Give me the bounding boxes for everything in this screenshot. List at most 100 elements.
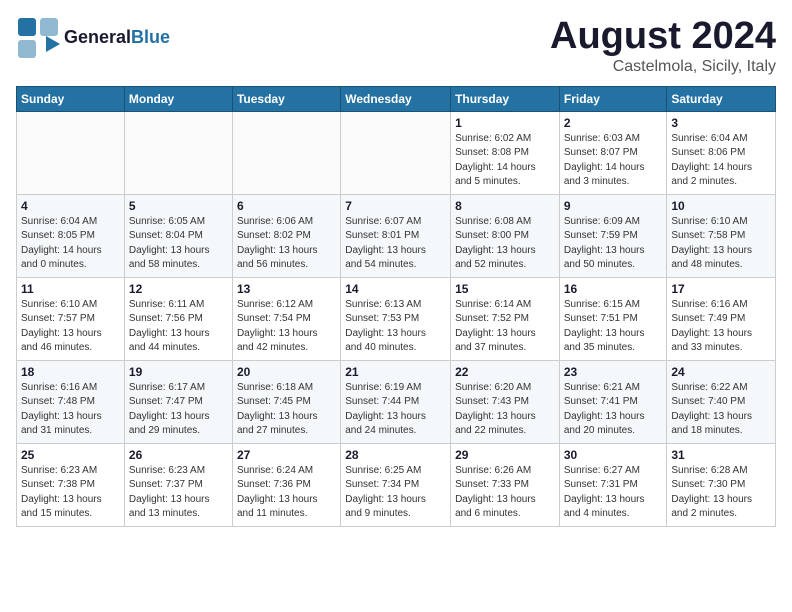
day-info: Sunrise: 6:08 AM Sunset: 8:00 PM Dayligh… xyxy=(455,215,555,273)
day-info: Sunrise: 6:25 AM Sunset: 7:34 PM Dayligh… xyxy=(345,464,446,522)
calendar-cell: 12 Sunrise: 6:11 AM Sunset: 7:56 PM Dayli… xyxy=(124,277,232,360)
day-info: Sunrise: 6:23 AM Sunset: 7:38 PM Dayligh… xyxy=(21,464,120,522)
page-header: GeneralBlue August 2024 Castelmola, Sici… xyxy=(16,16,776,76)
logo-icon xyxy=(16,16,60,60)
calendar-cell: 20Sunrise: 6:18 AM Sunset: 7:45 PM Dayli… xyxy=(232,360,340,443)
calendar-cell: 3 Sunrise: 6:04 AM Sunset: 8:06 PM Daylig… xyxy=(667,111,776,194)
calendar-cell: 1 Sunrise: 6:02 AM Sunset: 8:08 PM Daylig… xyxy=(451,111,560,194)
title-block: August 2024 Castelmola, Sicily, Italy xyxy=(550,16,776,76)
logo-blue: Blue xyxy=(131,27,170,47)
day-number: 2 xyxy=(564,116,663,130)
month-title: August 2024 xyxy=(550,16,776,58)
day-number: 3 xyxy=(671,116,771,130)
weekday-header: Sunday xyxy=(17,86,125,111)
calendar-cell: 8 Sunrise: 6:08 AM Sunset: 8:00 PM Daylig… xyxy=(451,194,560,277)
day-info: Sunrise: 6:19 AM Sunset: 7:44 PM Dayligh… xyxy=(345,381,446,439)
day-number: 1 xyxy=(455,116,555,130)
logo-general: General xyxy=(64,27,131,47)
day-info: Sunrise: 6:07 AM Sunset: 8:01 PM Dayligh… xyxy=(345,215,446,273)
day-info: Sunrise: 6:26 AM Sunset: 7:33 PM Dayligh… xyxy=(455,464,555,522)
calendar-week-row: 18 Sunrise: 6:16 AM Sunset: 7:48 PM Dayli… xyxy=(17,360,776,443)
day-info: Sunrise: 6:15 AM Sunset: 7:51 PM Dayligh… xyxy=(564,298,663,356)
day-info: Sunrise: 6:24 AM Sunset: 7:36 PM Dayligh… xyxy=(237,464,336,522)
calendar-cell: 21 Sunrise: 6:19 AM Sunset: 7:44 PM Dayli… xyxy=(341,360,451,443)
calendar-cell: 5 Sunrise: 6:05 AM Sunset: 8:04 PM Daylig… xyxy=(124,194,232,277)
day-number: 15 xyxy=(455,282,555,296)
calendar-cell: 4Sunrise: 6:04 AM Sunset: 8:05 PM Daylig… xyxy=(17,194,125,277)
calendar-cell: 11Sunrise: 6:10 AM Sunset: 7:57 PM Dayli… xyxy=(17,277,125,360)
calendar-cell: 22 Sunrise: 6:20 AM Sunset: 7:43 PM Dayli… xyxy=(451,360,560,443)
day-info: Sunrise: 6:23 AM Sunset: 7:37 PM Dayligh… xyxy=(129,464,228,522)
day-info: Sunrise: 6:06 AM Sunset: 8:02 PM Dayligh… xyxy=(237,215,336,273)
calendar-cell: 27 Sunrise: 6:24 AM Sunset: 7:36 PM Dayli… xyxy=(232,443,340,526)
day-info: Sunrise: 6:12 AM Sunset: 7:54 PM Dayligh… xyxy=(237,298,336,356)
day-info: Sunrise: 6:03 AM Sunset: 8:07 PM Dayligh… xyxy=(564,132,663,190)
weekday-header: Wednesday xyxy=(341,86,451,111)
calendar-week-row: 1 Sunrise: 6:02 AM Sunset: 8:08 PM Daylig… xyxy=(17,111,776,194)
day-info: Sunrise: 6:14 AM Sunset: 7:52 PM Dayligh… xyxy=(455,298,555,356)
day-info: Sunrise: 6:18 AM Sunset: 7:45 PM Dayligh… xyxy=(237,381,336,439)
logo: GeneralBlue xyxy=(16,16,170,60)
day-number: 21 xyxy=(345,365,446,379)
day-info: Sunrise: 6:09 AM Sunset: 7:59 PM Dayligh… xyxy=(564,215,663,273)
calendar-table: SundayMondayTuesdayWednesdayThursdayFrid… xyxy=(16,86,776,527)
day-number: 27 xyxy=(237,448,336,462)
calendar-cell: 17Sunrise: 6:16 AM Sunset: 7:49 PM Dayli… xyxy=(667,277,776,360)
day-number: 12 xyxy=(129,282,228,296)
day-number: 31 xyxy=(671,448,771,462)
weekday-header: Friday xyxy=(559,86,667,111)
calendar-cell: 19 Sunrise: 6:17 AM Sunset: 7:47 PM Dayli… xyxy=(124,360,232,443)
day-info: Sunrise: 6:10 AM Sunset: 7:57 PM Dayligh… xyxy=(21,298,120,356)
day-info: Sunrise: 6:02 AM Sunset: 8:08 PM Dayligh… xyxy=(455,132,555,190)
day-number: 5 xyxy=(129,199,228,213)
calendar-cell: 10Sunrise: 6:10 AM Sunset: 7:58 PM Dayli… xyxy=(667,194,776,277)
day-info: Sunrise: 6:22 AM Sunset: 7:40 PM Dayligh… xyxy=(671,381,771,439)
weekday-header: Saturday xyxy=(667,86,776,111)
calendar-cell: 28Sunrise: 6:25 AM Sunset: 7:34 PM Dayli… xyxy=(341,443,451,526)
day-number: 4 xyxy=(21,199,120,213)
calendar-cell xyxy=(232,111,340,194)
day-number: 14 xyxy=(345,282,446,296)
calendar-cell xyxy=(124,111,232,194)
calendar-week-row: 4Sunrise: 6:04 AM Sunset: 8:05 PM Daylig… xyxy=(17,194,776,277)
day-number: 23 xyxy=(564,365,663,379)
weekday-header-row: SundayMondayTuesdayWednesdayThursdayFrid… xyxy=(17,86,776,111)
day-info: Sunrise: 6:20 AM Sunset: 7:43 PM Dayligh… xyxy=(455,381,555,439)
day-number: 8 xyxy=(455,199,555,213)
calendar-cell: 14 Sunrise: 6:13 AM Sunset: 7:53 PM Dayli… xyxy=(341,277,451,360)
day-info: Sunrise: 6:21 AM Sunset: 7:41 PM Dayligh… xyxy=(564,381,663,439)
weekday-header: Tuesday xyxy=(232,86,340,111)
weekday-header: Monday xyxy=(124,86,232,111)
calendar-cell: 6 Sunrise: 6:06 AM Sunset: 8:02 PM Daylig… xyxy=(232,194,340,277)
day-number: 16 xyxy=(564,282,663,296)
day-info: Sunrise: 6:28 AM Sunset: 7:30 PM Dayligh… xyxy=(671,464,771,522)
day-info: Sunrise: 6:04 AM Sunset: 8:06 PM Dayligh… xyxy=(671,132,771,190)
day-info: Sunrise: 6:05 AM Sunset: 8:04 PM Dayligh… xyxy=(129,215,228,273)
day-number: 25 xyxy=(21,448,120,462)
day-number: 10 xyxy=(671,199,771,213)
day-number: 19 xyxy=(129,365,228,379)
calendar-cell: 30 Sunrise: 6:27 AM Sunset: 7:31 PM Dayli… xyxy=(559,443,667,526)
calendar-cell: 2 Sunrise: 6:03 AM Sunset: 8:07 PM Daylig… xyxy=(559,111,667,194)
calendar-cell: 26Sunrise: 6:23 AM Sunset: 7:37 PM Dayli… xyxy=(124,443,232,526)
calendar-cell: 7Sunrise: 6:07 AM Sunset: 8:01 PM Daylig… xyxy=(341,194,451,277)
calendar-cell: 23 Sunrise: 6:21 AM Sunset: 7:41 PM Dayli… xyxy=(559,360,667,443)
calendar-cell: 29Sunrise: 6:26 AM Sunset: 7:33 PM Dayli… xyxy=(451,443,560,526)
day-info: Sunrise: 6:13 AM Sunset: 7:53 PM Dayligh… xyxy=(345,298,446,356)
day-number: 17 xyxy=(671,282,771,296)
day-number: 13 xyxy=(237,282,336,296)
calendar-cell: 25 Sunrise: 6:23 AM Sunset: 7:38 PM Dayli… xyxy=(17,443,125,526)
day-info: Sunrise: 6:11 AM Sunset: 7:56 PM Dayligh… xyxy=(129,298,228,356)
day-number: 30 xyxy=(564,448,663,462)
day-number: 9 xyxy=(564,199,663,213)
calendar-cell xyxy=(17,111,125,194)
day-number: 18 xyxy=(21,365,120,379)
day-info: Sunrise: 6:16 AM Sunset: 7:48 PM Dayligh… xyxy=(21,381,120,439)
day-info: Sunrise: 6:17 AM Sunset: 7:47 PM Dayligh… xyxy=(129,381,228,439)
day-number: 6 xyxy=(237,199,336,213)
day-info: Sunrise: 6:27 AM Sunset: 7:31 PM Dayligh… xyxy=(564,464,663,522)
calendar-week-row: 25 Sunrise: 6:23 AM Sunset: 7:38 PM Dayli… xyxy=(17,443,776,526)
calendar-cell: 15 Sunrise: 6:14 AM Sunset: 7:52 PM Dayli… xyxy=(451,277,560,360)
day-number: 22 xyxy=(455,365,555,379)
calendar-cell: 16 Sunrise: 6:15 AM Sunset: 7:51 PM Dayli… xyxy=(559,277,667,360)
